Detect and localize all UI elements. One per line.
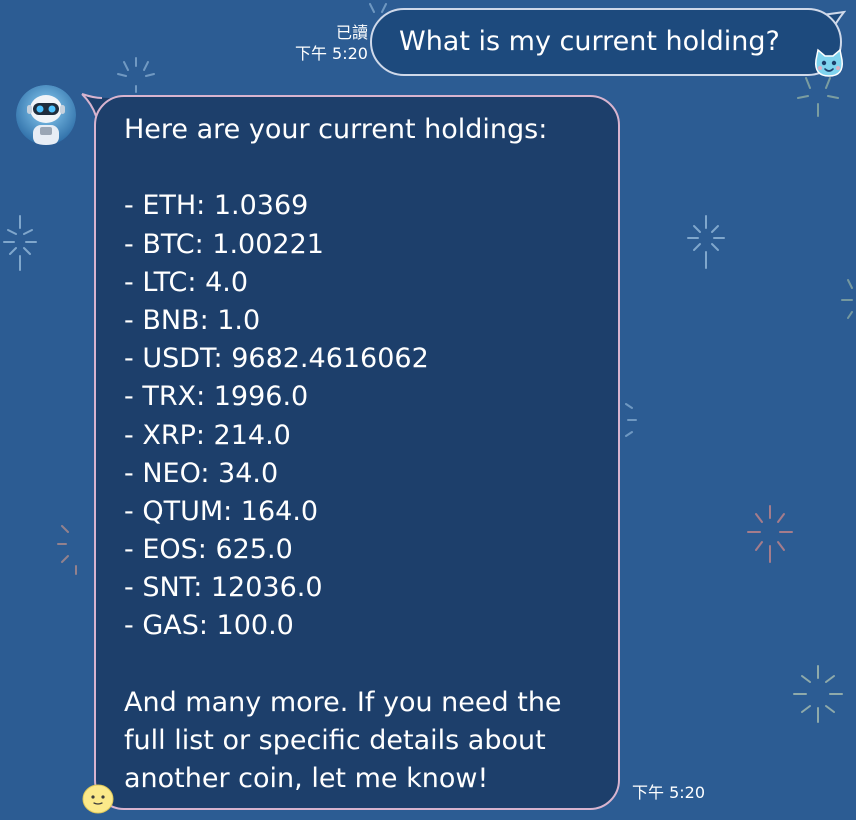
firework-icon bbox=[793, 665, 843, 723]
outgoing-message-meta: 已讀 下午 5:20 bbox=[295, 22, 368, 64]
holding-item-xrp: - XRP: 214.0 bbox=[124, 419, 291, 451]
holding-item-trx: - TRX: 1996.0 bbox=[124, 381, 309, 413]
firework-icon bbox=[369, 3, 387, 13]
firework-icon bbox=[117, 57, 155, 93]
holding-item-neo: - NEO: 34.0 bbox=[124, 457, 279, 489]
read-receipt: 已讀 bbox=[335, 23, 368, 42]
firework-icon bbox=[57, 525, 77, 575]
holding-item-snt: - SNT: 12036.0 bbox=[124, 572, 323, 604]
holdings-list: - ETH: 1.0369 - BTC: 1.00221 - LTC: 4.0 … bbox=[124, 187, 592, 645]
holding-item-gas: - GAS: 100.0 bbox=[124, 610, 294, 642]
firework-icon bbox=[625, 403, 637, 437]
holdings-outro: And many more. If you need the full list… bbox=[124, 686, 562, 795]
holding-item-bnb: - BNB: 1.0 bbox=[124, 304, 261, 336]
smiley-face-icon bbox=[82, 784, 114, 814]
outgoing-timestamp: 下午 5:20 bbox=[294, 44, 368, 63]
holdings-intro: Here are your current holdings: bbox=[124, 114, 548, 145]
holding-item-eos: - EOS: 625.0 bbox=[124, 534, 293, 566]
outgoing-message-bubble[interactable]: What is my current holding? bbox=[370, 8, 842, 76]
firework-icon bbox=[841, 279, 853, 319]
bot-avatar[interactable] bbox=[16, 85, 76, 145]
robot-avatar-icon bbox=[16, 85, 76, 145]
firework-icon bbox=[797, 77, 839, 117]
holding-item-usdt: - USDT: 9682.4616062 bbox=[124, 343, 429, 375]
holding-item-qtum: - QTUM: 164.0 bbox=[124, 495, 319, 527]
holding-item-ltc: - LTC: 4.0 bbox=[124, 266, 249, 298]
outgoing-message-text: What is my current holding? bbox=[399, 26, 780, 57]
holding-item-btc: - BTC: 1.00221 bbox=[124, 228, 324, 260]
holding-item-eth: - ETH: 1.0369 bbox=[124, 190, 309, 222]
cat-face-icon bbox=[815, 48, 843, 77]
incoming-timestamp: 下午 5:20 bbox=[632, 783, 706, 802]
incoming-message-bubble[interactable]: Here are your current holdings: - ETH: 1… bbox=[94, 95, 620, 810]
firework-icon bbox=[747, 505, 793, 563]
firework-icon bbox=[687, 215, 725, 269]
firework-icon bbox=[3, 215, 37, 271]
